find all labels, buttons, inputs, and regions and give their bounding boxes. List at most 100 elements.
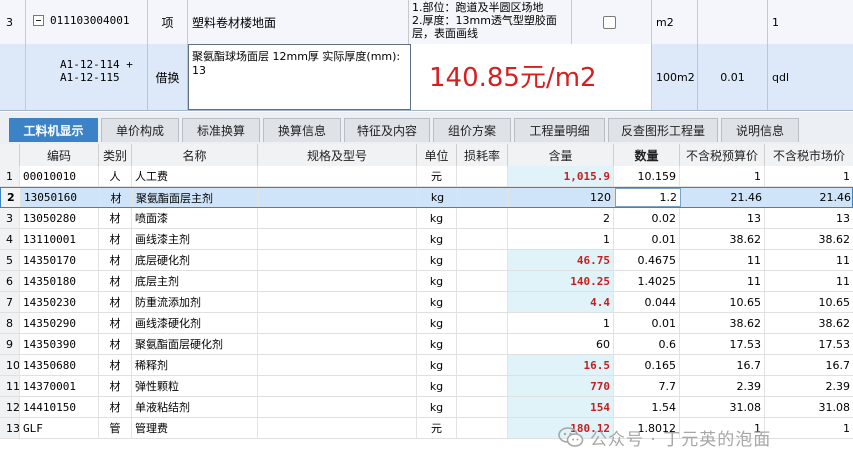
cell-budget-price[interactable]: 38.62 <box>680 313 765 333</box>
tab-conversion-info[interactable]: 换算信息 <box>263 118 341 142</box>
collapse-toggle-icon[interactable] <box>33 15 44 26</box>
cell-market-price[interactable]: 13 <box>765 208 853 228</box>
cell-unit[interactable]: kg <box>417 229 457 249</box>
header-content[interactable]: 含量 <box>508 144 614 166</box>
cell-code[interactable]: 13050280 <box>20 208 99 228</box>
cell-code[interactable]: 13110001 <box>20 229 99 249</box>
header-unit[interactable]: 单位 <box>417 144 457 166</box>
cell-code[interactable]: 14410150 <box>20 397 99 417</box>
cell-loss-rate[interactable] <box>457 355 508 375</box>
cell-unit[interactable]: kg <box>417 208 457 228</box>
cell-spec[interactable] <box>258 313 417 333</box>
cell-budget-price[interactable]: 31.08 <box>680 397 765 417</box>
table-row[interactable]: 1 00010010 人 人工费 元 1,015.9 10.159 1 1 <box>0 166 853 187</box>
header-name[interactable]: 名称 <box>132 144 258 166</box>
cell-budget-price[interactable]: 10.65 <box>680 292 765 312</box>
cell-market-price[interactable]: 1 <box>765 166 853 186</box>
cell-category[interactable]: 材 <box>99 208 132 228</box>
cell-spec[interactable] <box>258 250 417 270</box>
row-number[interactable]: 10 <box>0 355 20 375</box>
cell-budget-price[interactable]: 38.62 <box>680 229 765 249</box>
table-row[interactable]: 12 14410150 材 单液粘结剂 kg 154 1.54 31.08 31.08 <box>0 397 853 418</box>
cell-market-price[interactable]: 2.39 <box>765 376 853 396</box>
cell-content[interactable]: 770 <box>508 376 614 396</box>
cell-name[interactable]: 单液粘结剂 <box>132 397 258 417</box>
cell-category[interactable]: 人 <box>99 166 132 186</box>
cell-spec[interactable] <box>258 229 417 249</box>
cell-market-price[interactable]: 16.7 <box>765 355 853 375</box>
cell-category[interactable]: 材 <box>99 334 132 354</box>
cell-name[interactable]: 喷面漆 <box>132 208 258 228</box>
cell-quantity[interactable]: 1.4025 <box>614 271 680 291</box>
cell-content[interactable]: 1 <box>508 229 614 249</box>
row-number[interactable]: 4 <box>0 229 20 249</box>
cell-market-price[interactable]: 1 <box>765 418 853 438</box>
cell-content[interactable]: 4.4 <box>508 292 614 312</box>
cell-content[interactable]: 120 <box>509 188 615 207</box>
cell-loss-rate[interactable] <box>457 397 508 417</box>
cell-content[interactable]: 46.75 <box>508 250 614 270</box>
cell-category[interactable]: 材 <box>99 271 132 291</box>
cell-quantity[interactable]: 10.159 <box>614 166 680 186</box>
top-row-item[interactable]: 3 011103004001 项 塑料卷材楼地面 1.部位：跑道及半圆区场地 2… <box>0 0 853 45</box>
cell-name[interactable]: 防重流添加剂 <box>132 292 258 312</box>
tab-quantity-detail[interactable]: 工程量明细 <box>514 118 605 142</box>
cell-category[interactable]: 材 <box>100 188 133 207</box>
row-number[interactable]: 1 <box>0 166 20 186</box>
cell-market-price[interactable]: 17.53 <box>765 334 853 354</box>
cell-name[interactable]: 画线漆硬化剂 <box>132 313 258 333</box>
cell-unit[interactable]: 元 <box>417 418 457 438</box>
cell-loss-rate[interactable] <box>457 250 508 270</box>
cell-code[interactable]: 14350390 <box>20 334 99 354</box>
cell-code[interactable]: 14350170 <box>20 250 99 270</box>
cell-category[interactable]: 材 <box>99 229 132 249</box>
cell-loss-rate[interactable] <box>457 208 508 228</box>
row-number[interactable]: 12 <box>0 397 20 417</box>
tab-graphic-quantity[interactable]: 反查图形工程量 <box>608 118 718 142</box>
cell-loss-rate[interactable] <box>457 334 508 354</box>
cell-name[interactable]: 聚氨酯面层硬化剂 <box>132 334 258 354</box>
cell-unit[interactable]: kg <box>418 188 458 207</box>
row-number[interactable]: 8 <box>0 313 20 333</box>
item-checkbox[interactable] <box>603 16 616 29</box>
cell-spec[interactable] <box>258 271 417 291</box>
header-category[interactable]: 类别 <box>99 144 132 166</box>
cell-market-price[interactable]: 11 <box>765 271 853 291</box>
cell-name[interactable]: 弹性颗粒 <box>132 376 258 396</box>
cell-content[interactable]: 1,015.9 <box>508 166 614 186</box>
cell-quantity[interactable]: 1.2 <box>615 188 681 207</box>
tab-standard-conversion[interactable]: 标准换算 <box>182 118 260 142</box>
cell-quantity[interactable]: 1.54 <box>614 397 680 417</box>
tab-labor-material-machine[interactable]: 工料机显示 <box>9 118 98 142</box>
cell-code[interactable]: GLF <box>20 418 99 438</box>
cell-quantity[interactable]: 7.7 <box>614 376 680 396</box>
cell-code[interactable]: 00010010 <box>20 166 99 186</box>
cell-name[interactable]: 管理费 <box>132 418 258 438</box>
header-loss-rate[interactable]: 损耗率 <box>457 144 508 166</box>
row-number[interactable]: 6 <box>0 271 20 291</box>
table-row[interactable]: 6 14350180 材 底层主剂 kg 140.25 1.4025 11 11 <box>0 271 853 292</box>
cell-quantity[interactable]: 0.01 <box>614 313 680 333</box>
cell-market-price[interactable]: 10.65 <box>765 292 853 312</box>
cell-name[interactable]: 稀释剂 <box>132 355 258 375</box>
cell-spec[interactable] <box>258 355 417 375</box>
row-number[interactable]: 13 <box>0 418 20 438</box>
cell-loss-rate[interactable] <box>457 271 508 291</box>
cell-quantity[interactable]: 0.165 <box>614 355 680 375</box>
cell-budget-price[interactable]: 13 <box>680 208 765 228</box>
cell-content[interactable]: 1 <box>508 313 614 333</box>
table-row[interactable]: 4 13110001 材 画线漆主剂 kg 1 0.01 38.62 38.62 <box>0 229 853 250</box>
cell-quantity[interactable]: 0.6 <box>614 334 680 354</box>
cell-quantity[interactable]: 0.4675 <box>614 250 680 270</box>
table-row[interactable]: 8 14350290 材 画线漆硬化剂 kg 1 0.01 38.62 38.62 <box>0 313 853 334</box>
cell-spec[interactable] <box>258 418 417 438</box>
cell-budget-price[interactable]: 21.46 <box>681 188 766 207</box>
cell-unit[interactable]: kg <box>417 397 457 417</box>
cell-unit[interactable]: kg <box>417 313 457 333</box>
header-budget-price[interactable]: 不含税预算价 <box>680 144 765 166</box>
cell-budget-price[interactable]: 2.39 <box>680 376 765 396</box>
cell-category[interactable]: 材 <box>99 250 132 270</box>
cell-budget-price[interactable]: 11 <box>680 250 765 270</box>
cell-code[interactable]: 14370001 <box>20 376 99 396</box>
table-row[interactable]: 10 14350680 材 稀释剂 kg 16.5 0.165 16.7 16.7 <box>0 355 853 376</box>
